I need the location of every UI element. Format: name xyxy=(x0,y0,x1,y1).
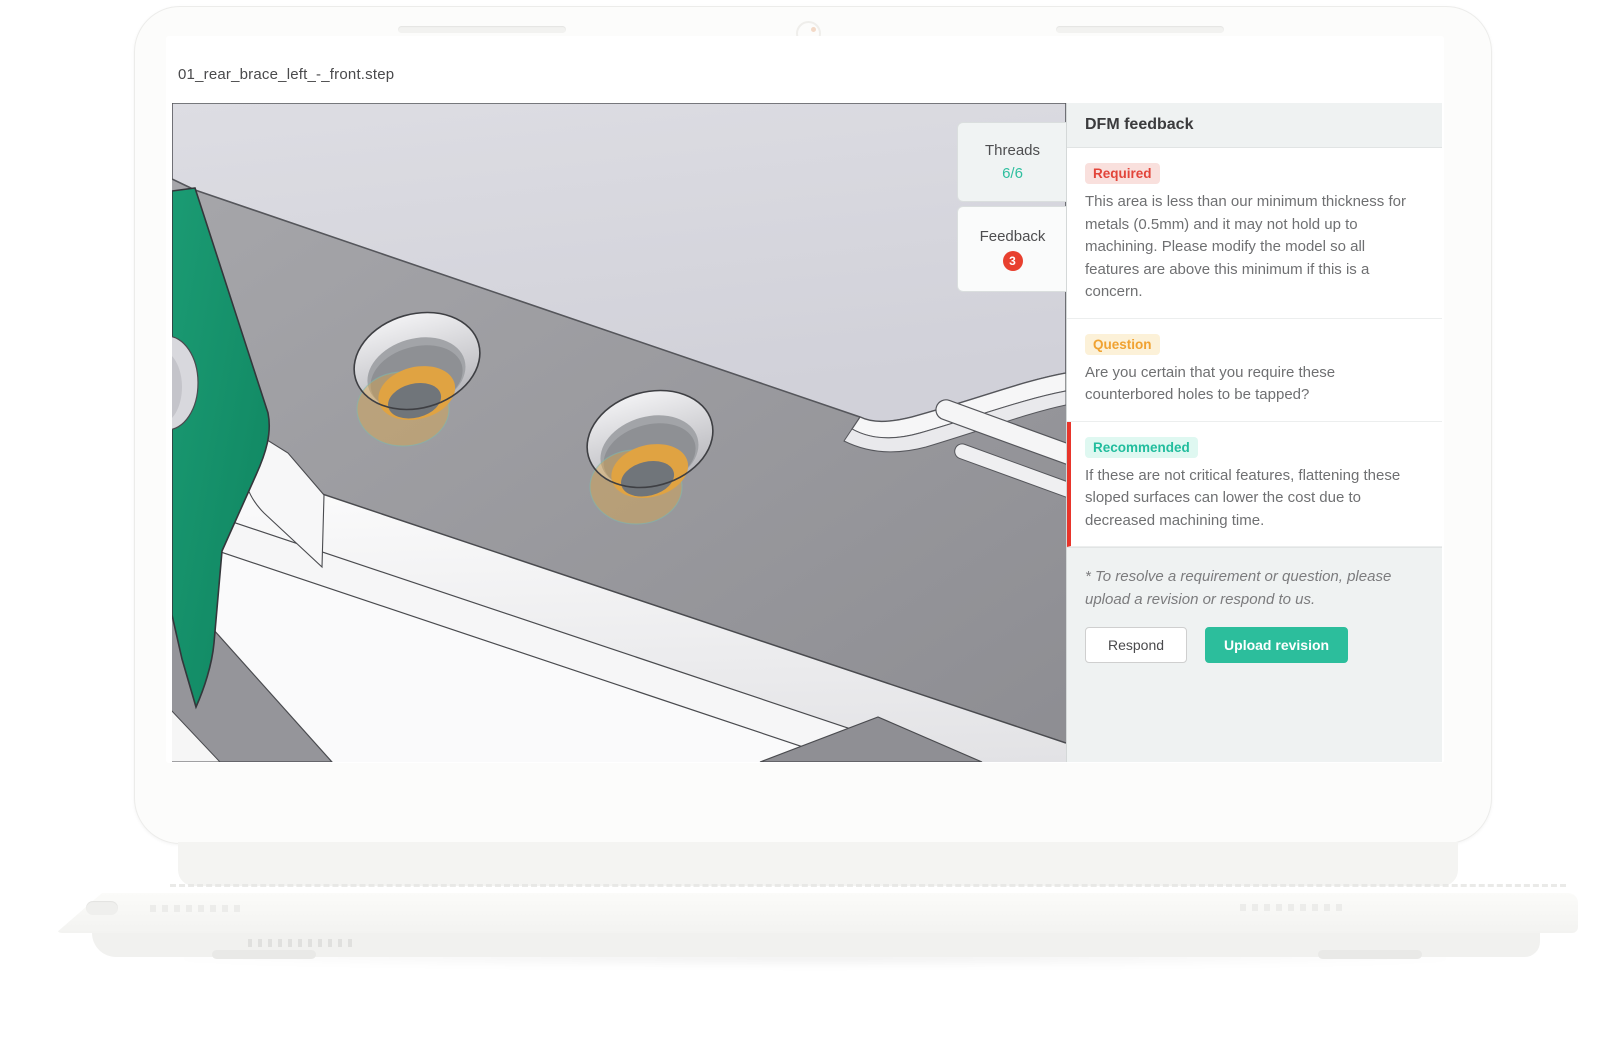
feedback-item-required[interactable]: Required This area is less than our mini… xyxy=(1067,148,1442,319)
tab-feedback-label: Feedback xyxy=(980,228,1046,245)
laptop-hinge xyxy=(178,842,1458,886)
rubber-foot-right xyxy=(1318,950,1422,959)
panel-title: DFM feedback xyxy=(1067,103,1442,148)
bezel-slot-left xyxy=(398,26,566,33)
footer-buttons: Respond Upload revision xyxy=(1085,627,1422,663)
upload-revision-button[interactable]: Upload revision xyxy=(1205,627,1348,663)
deck-edge-texture xyxy=(170,884,1566,887)
feedback-item-question[interactable]: Question Are you certain that you requir… xyxy=(1067,319,1442,422)
cad-3d-viewer[interactable] xyxy=(172,103,1066,762)
webcam-led xyxy=(811,27,816,32)
tab-threads-label: Threads xyxy=(985,142,1040,159)
tab-feedback[interactable]: Feedback 3 xyxy=(957,206,1067,292)
feedback-count-badge: 3 xyxy=(1003,251,1023,271)
required-text: This area is less than our minimum thick… xyxy=(1085,191,1422,304)
open-file-name: 01_rear_brace_left_-_front.step xyxy=(178,66,394,83)
question-badge: Question xyxy=(1085,334,1160,355)
recommended-text: If these are not critical features, flat… xyxy=(1085,465,1422,533)
dfm-feedback-panel: DFM feedback Required This area is less … xyxy=(1066,103,1442,762)
panel-footer: * To resolve a requirement or question, … xyxy=(1067,547,1442,762)
laptop-mockup: 01_rear_brace_left_-_front.step xyxy=(0,0,1622,1060)
base-vents xyxy=(248,939,352,947)
question-text: Are you certain that you require these c… xyxy=(1085,362,1422,407)
respond-button[interactable]: Respond xyxy=(1085,627,1187,663)
tab-threads[interactable]: Threads 6/6 xyxy=(957,122,1067,202)
bezel-slot-right xyxy=(1056,26,1224,33)
feedback-item-recommended[interactable]: Recommended If these are not critical fe… xyxy=(1067,422,1442,548)
rubber-foot-left xyxy=(212,950,316,959)
tab-threads-count: 6/6 xyxy=(1002,165,1023,182)
laptop-base xyxy=(56,893,1578,933)
base-texture-right xyxy=(1240,904,1344,911)
resolve-note: * To resolve a requirement or question, … xyxy=(1085,566,1422,611)
base-texture-left xyxy=(150,905,242,912)
required-badge: Required xyxy=(1085,163,1160,184)
recommended-badge: Recommended xyxy=(1085,437,1198,458)
base-port xyxy=(86,901,118,915)
